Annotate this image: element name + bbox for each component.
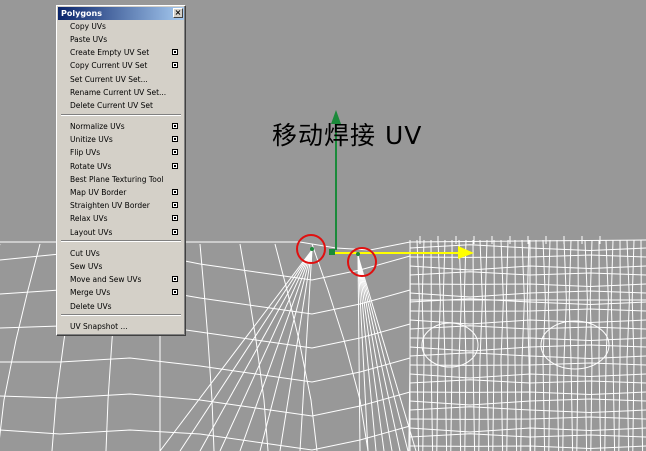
option-box-icon[interactable] xyxy=(172,189,178,195)
menu-item-label: Rotate UVs xyxy=(70,162,112,171)
menu-item-flip-uvs[interactable]: Flip UVs xyxy=(58,146,184,159)
menu-item-copy-uvs[interactable]: Copy UVs xyxy=(58,20,184,33)
menu-item-label: UV Snapshot ... xyxy=(70,322,128,331)
menu-item-label: Copy UVs xyxy=(70,22,106,31)
menu-item-label: Normalize UVs xyxy=(70,122,125,131)
manipulator-center[interactable] xyxy=(329,249,335,255)
menu-item-merge-uvs[interactable]: Merge UVs xyxy=(58,286,184,299)
menu-title-label: Polygons xyxy=(61,9,102,18)
option-box-icon[interactable] xyxy=(172,123,178,129)
option-box-icon[interactable] xyxy=(172,215,178,221)
selected-uv-point[interactable] xyxy=(356,252,360,256)
menu-item-best-plane-texturing-tool[interactable]: Best Plane Texturing Tool xyxy=(58,173,184,186)
menu-item-label: Best Plane Texturing Tool xyxy=(70,175,164,184)
menu-item-copy-current-uv-set[interactable]: Copy Current UV Set xyxy=(58,59,184,72)
menu-item-label: Cut UVs xyxy=(70,249,100,258)
menu-item-label: Create Empty UV Set xyxy=(70,48,150,57)
menu-item-normalize-uvs[interactable]: Normalize UVs xyxy=(58,120,184,133)
menu-title[interactable]: Polygons × xyxy=(58,7,184,20)
option-box-icon[interactable] xyxy=(172,136,178,142)
option-box-icon[interactable] xyxy=(172,163,178,169)
menu-item-label: Rename Current UV Set... xyxy=(70,88,167,97)
menu-item-label: Delete Current UV Set xyxy=(70,101,153,110)
annotation-caption: 移动焊接 UV xyxy=(272,121,423,150)
menu-item-rename-current-uv-set[interactable]: Rename Current UV Set... xyxy=(58,86,184,99)
menu-item-label: Layout UVs xyxy=(70,228,113,237)
menu-item-label: Unitize UVs xyxy=(70,135,113,144)
polygons-uv-menu[interactable]: Polygons × Copy UVs Paste UVs Create Empty… xyxy=(56,5,186,336)
menu-separator xyxy=(61,240,181,242)
menu-item-uv-snapshot[interactable]: UV Snapshot ... xyxy=(58,320,184,333)
menu-item-delete-uvs[interactable]: Delete UVs xyxy=(58,300,184,313)
menu-item-unitize-uvs[interactable]: Unitize UVs xyxy=(58,133,184,146)
menu-item-cut-uvs[interactable]: Cut UVs xyxy=(58,247,184,260)
menu-separator xyxy=(61,114,181,116)
menu-item-label: Delete UVs xyxy=(70,302,112,311)
menu-item-label: Straighten UV Border xyxy=(70,201,150,210)
option-box-icon[interactable] xyxy=(172,229,178,235)
menu-item-label: Copy Current UV Set xyxy=(70,61,148,70)
menu-item-label: Relax UVs xyxy=(70,214,108,223)
menu-item-set-current-uv-set[interactable]: Set Current UV Set... xyxy=(58,73,184,86)
close-icon[interactable]: × xyxy=(173,8,183,18)
option-box-icon[interactable] xyxy=(172,49,178,55)
menu-item-sew-uvs[interactable]: Sew UVs xyxy=(58,260,184,273)
menu-item-paste-uvs[interactable]: Paste UVs xyxy=(58,33,184,46)
menu-item-label: Paste UVs xyxy=(70,35,108,44)
menu-item-rotate-uvs[interactable]: Rotate UVs xyxy=(58,160,184,173)
menu-item-layout-uvs[interactable]: Layout UVs xyxy=(58,226,184,239)
menu-item-relax-uvs[interactable]: Relax UVs xyxy=(58,212,184,225)
menu-item-label: Set Current UV Set... xyxy=(70,75,148,84)
menu-item-label: Map UV Border xyxy=(70,188,127,197)
menu-item-map-uv-border[interactable]: Map UV Border xyxy=(58,186,184,199)
option-box-icon[interactable] xyxy=(172,149,178,155)
menu-item-create-empty-uv-set[interactable]: Create Empty UV Set xyxy=(58,46,184,59)
menu-item-straighten-uv-border[interactable]: Straighten UV Border xyxy=(58,199,184,212)
menu-item-label: Move and Sew UVs xyxy=(70,275,142,284)
menu-item-label: Merge UVs xyxy=(70,288,111,297)
selected-uv-point[interactable] xyxy=(310,247,314,251)
menu-item-delete-current-uv-set[interactable]: Delete Current UV Set xyxy=(58,99,184,112)
menu-item-label: Sew UVs xyxy=(70,262,103,271)
menu-separator xyxy=(61,314,181,316)
menu-item-move-and-sew-uvs[interactable]: Move and Sew UVs xyxy=(58,273,184,286)
option-box-icon[interactable] xyxy=(172,289,178,295)
option-box-icon[interactable] xyxy=(172,62,178,68)
option-box-icon[interactable] xyxy=(172,202,178,208)
option-box-icon[interactable] xyxy=(172,276,178,282)
menu-item-label: Flip UVs xyxy=(70,148,101,157)
